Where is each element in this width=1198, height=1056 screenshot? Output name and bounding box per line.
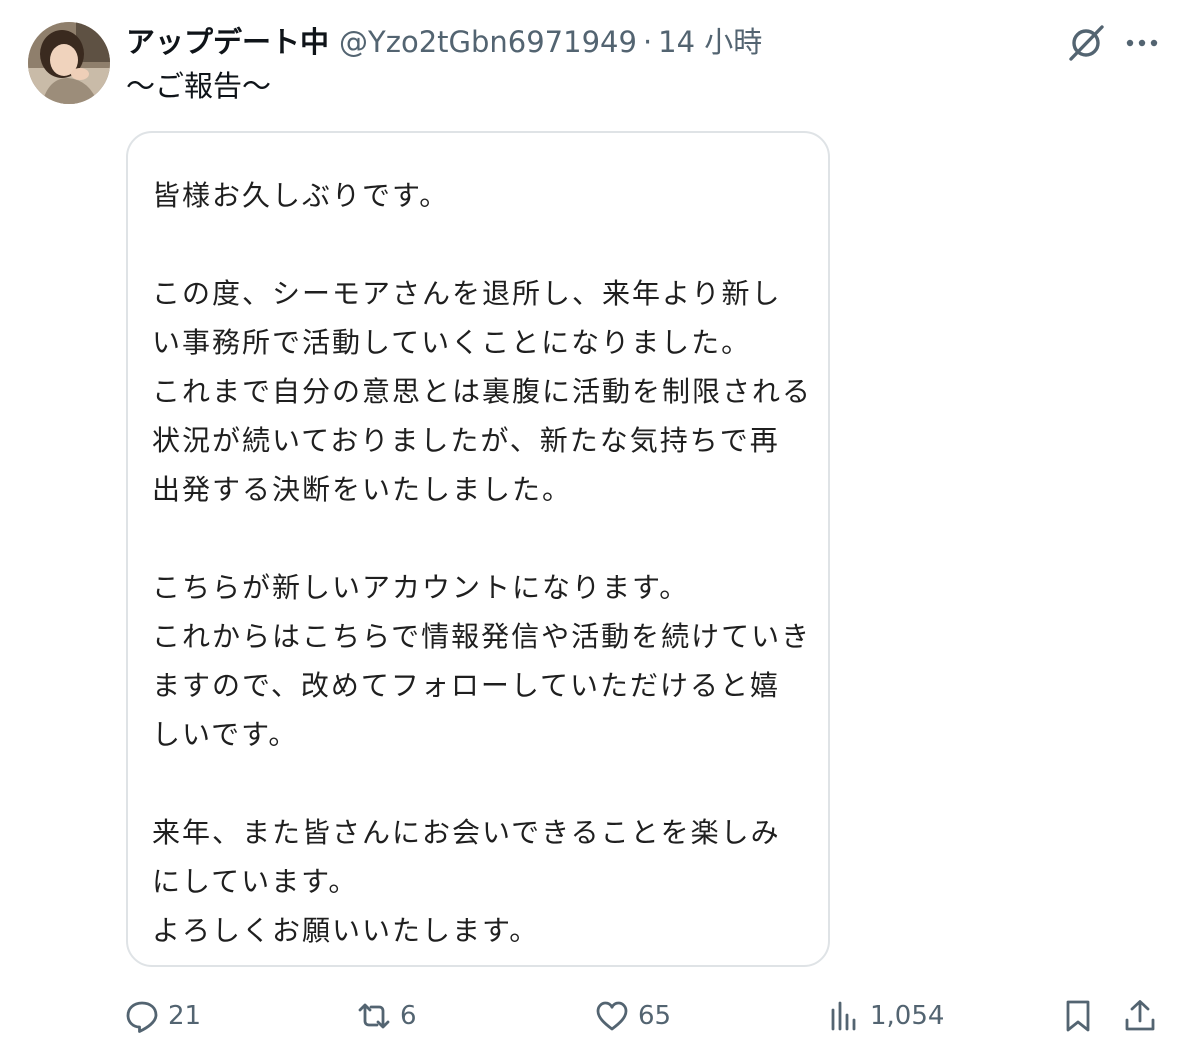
announcement-line: 状況が続いておりましたが、新たな気持ちで再 xyxy=(152,424,780,457)
views-button[interactable]: 1,054 xyxy=(826,990,944,1042)
announcement-line: しいです。 xyxy=(152,718,299,751)
announcement-line xyxy=(152,220,812,269)
repost-icon xyxy=(358,1003,390,1029)
display-name[interactable]: アップデート中 xyxy=(126,22,329,62)
post-text: 〜ご報告〜 xyxy=(126,69,272,103)
announcement-text: 皆様お久しぶりです。 この度、シーモアさんを退所し、来年より新し い事務所で活動… xyxy=(152,171,812,955)
announcement-line: にしています。 xyxy=(152,865,359,898)
bookmark-icon xyxy=(1066,1000,1090,1032)
bookmark-button[interactable] xyxy=(1060,990,1096,1042)
repost-button[interactable]: 6 xyxy=(356,990,417,1042)
announcement-line: 出発する決断をいたしました。 xyxy=(152,473,573,506)
user-avatar-photo xyxy=(28,22,110,104)
reply-icon xyxy=(126,1001,158,1033)
repost-count: 6 xyxy=(400,1001,417,1031)
avatar[interactable] xyxy=(28,22,110,104)
grok-icon[interactable] xyxy=(1066,22,1108,64)
post-timestamp[interactable]: 14 小時 xyxy=(658,22,762,62)
announcement-line xyxy=(152,514,812,563)
attached-image[interactable]: 皆様お久しぶりです。 この度、シーモアさんを退所し、来年より新し い事務所で活動… xyxy=(126,131,830,967)
announcement-line: これまで自分の意思とは裏腹に活動を制限される xyxy=(152,375,813,408)
announcement-line: これからはこちらで情報発信や活動を続けていき xyxy=(152,620,812,653)
like-button[interactable]: 65 xyxy=(594,990,671,1042)
separator-dot: · xyxy=(642,25,653,59)
share-button[interactable] xyxy=(1122,990,1158,1042)
more-icon[interactable] xyxy=(1122,24,1162,60)
announcement-line: よろしくお願いいたします。 xyxy=(152,914,540,947)
heart-icon xyxy=(596,1001,628,1031)
announcement-line: 来年、また皆さんにお会いできることを楽しみ xyxy=(152,816,781,849)
post-action-bar: 21 6 65 1,054 xyxy=(0,990,1198,1042)
post-header: アップデート中 @Yzo2tGbn6971949 · 14 小時 xyxy=(126,22,762,62)
analytics-icon xyxy=(831,1001,856,1031)
announcement-line: い事務所で活動していくことになりました。 xyxy=(152,326,752,359)
like-count: 65 xyxy=(638,1001,672,1031)
announcement-line: ますので、改めてフォローしていただけると嬉 xyxy=(152,669,781,702)
announcement-line xyxy=(152,759,812,808)
reply-count: 21 xyxy=(168,1001,202,1031)
view-count: 1,054 xyxy=(870,1001,945,1031)
announcement-line: 皆様お久しぶりです。 xyxy=(152,179,450,212)
announcement-line: この度、シーモアさんを退所し、来年より新し xyxy=(152,277,782,310)
reply-button[interactable]: 21 xyxy=(124,990,201,1042)
announcement-line: こちらが新しいアカウントになります。 xyxy=(152,571,690,604)
share-icon xyxy=(1125,1000,1155,1031)
user-handle[interactable]: @Yzo2tGbn6971949 xyxy=(339,22,637,62)
